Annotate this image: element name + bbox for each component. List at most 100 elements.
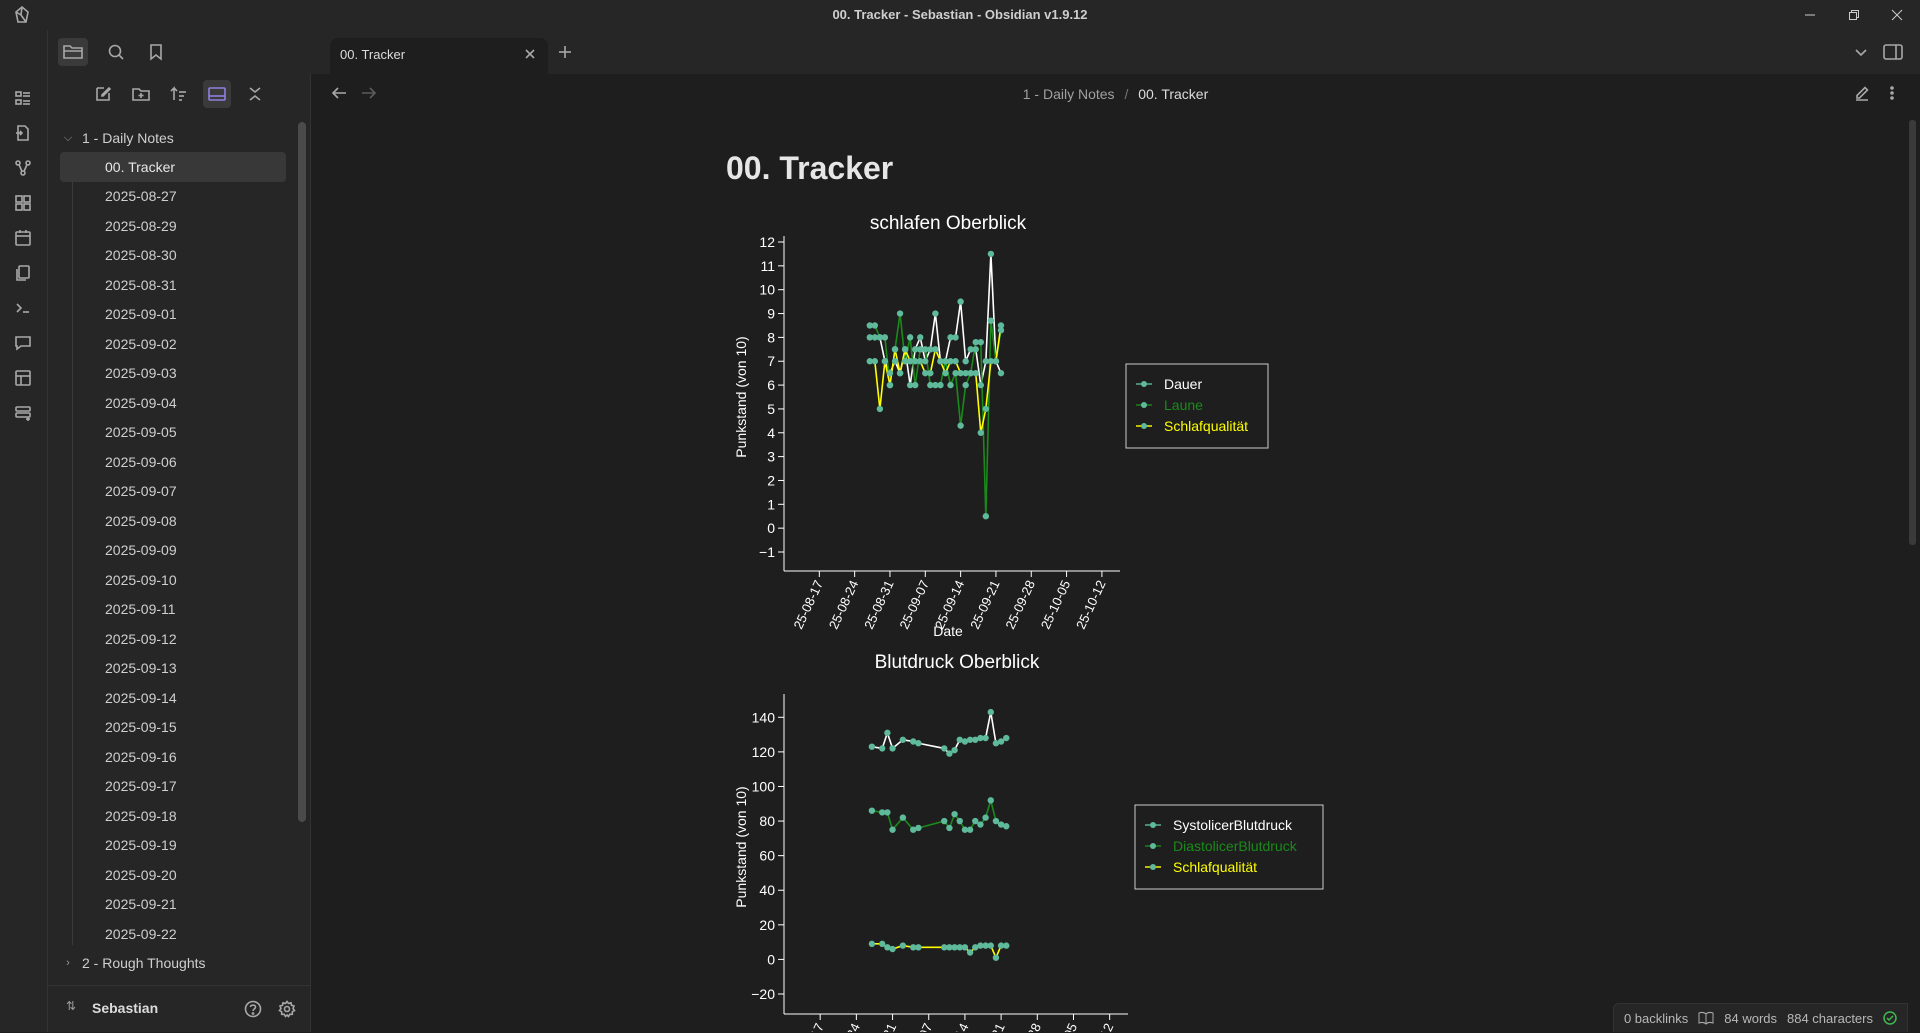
settings-gear-icon[interactable] [276,998,298,1020]
graph-view-icon[interactable] [11,156,35,180]
folder-rough-thoughts[interactable]: › 2 - Rough Thoughts [60,949,286,977]
toggle-right-sidebar-icon[interactable] [1881,40,1905,64]
data-point [992,954,1000,961]
new-tab-icon[interactable] [553,40,577,64]
restore-icon[interactable] [1834,4,1874,26]
data-point [946,824,953,832]
layout-icon[interactable] [11,366,35,390]
comment-icon[interactable] [11,331,35,355]
collapse-all-icon[interactable] [241,80,269,108]
new-folder-icon[interactable] [127,80,155,108]
breadcrumb-current[interactable]: 00. Tracker [1138,86,1208,102]
sync-status-icon[interactable] [1883,1011,1897,1025]
calendar-icon[interactable] [11,226,35,250]
data-point [972,346,979,353]
file-item[interactable]: 2025-09-02 [60,329,286,359]
database-icon[interactable] [11,401,35,425]
data-point [891,358,899,365]
file-item[interactable]: 2025-09-22 [60,919,286,949]
search-icon[interactable] [104,40,128,64]
data-point [932,346,939,353]
edit-pencil-icon[interactable] [1851,82,1873,104]
data-point [966,949,974,956]
y-tick-label: −1 [759,544,775,560]
chart-sleep-overview: schlafen Oberblick−10123456789101112Punk… [733,213,1269,639]
file-item[interactable]: 2025-09-20 [60,860,286,890]
tab-list-chevron-down-icon[interactable] [1849,40,1873,64]
file-item[interactable]: 2025-09-17 [60,772,286,802]
y-tick-label: 120 [752,744,776,760]
vault-name[interactable]: Sebastian [92,1000,158,1016]
file-item[interactable]: 2025-09-07 [60,477,286,507]
open-quick-switcher-icon[interactable] [11,121,35,145]
files-icon[interactable] [58,38,88,66]
file-item[interactable]: 2025-09-01 [60,300,286,330]
chevron-down-icon: ⌵ [63,131,73,144]
data-point [956,817,963,825]
sort-icon[interactable] [165,80,193,108]
y-tick-label: 4 [767,425,775,441]
content-scrollbar[interactable] [1909,120,1916,545]
y-tick-label: 0 [767,520,775,536]
file-item[interactable]: 2025-09-13 [60,654,286,684]
file-item[interactable]: 2025-09-15 [60,713,286,743]
y-tick-label: 40 [759,882,775,898]
file-item[interactable]: 2025-09-14 [60,683,286,713]
breadcrumb-folder[interactable]: 1 - Daily Notes [1023,86,1115,102]
backlinks-count[interactable]: 0 backlinks [1624,1011,1688,1026]
file-item[interactable]: 2025-09-05 [60,418,286,448]
file-item[interactable]: 2025-09-11 [60,595,286,625]
data-point [871,358,879,365]
file-item[interactable]: 2025-09-10 [60,565,286,595]
file-item[interactable]: 2025-09-06 [60,447,286,477]
auto-reveal-icon[interactable] [203,80,231,108]
sidebar-scrollbar[interactable] [298,122,306,822]
data-point [1003,734,1010,742]
minimize-icon[interactable] [1790,4,1830,26]
close-tab-icon[interactable] [522,46,538,62]
file-item[interactable]: 2025-08-30 [60,241,286,271]
file-item[interactable]: 2025-09-04 [60,388,286,418]
data-point [881,334,889,341]
data-point [942,369,949,377]
file-item[interactable]: 2025-08-31 [60,270,286,300]
file-item[interactable]: 2025-08-27 [60,182,286,212]
data-point [977,338,984,346]
canvas-icon[interactable] [11,191,35,215]
file-item[interactable]: 2025-09-16 [60,742,286,772]
data-point [997,369,1005,377]
file-item[interactable]: 2025-09-08 [60,506,286,536]
tab-00-tracker[interactable]: 00. Tracker [330,38,548,74]
y-tick-label: 80 [759,813,775,829]
close-window-icon[interactable] [1877,4,1917,26]
file-item[interactable]: 00. Tracker [60,152,286,182]
file-item[interactable]: 2025-09-18 [60,801,286,831]
data-point [899,942,907,949]
data-point [982,734,989,742]
file-item[interactable]: 2025-08-29 [60,211,286,241]
data-point [896,310,904,317]
folder-daily-notes[interactable]: ⌵ 1 - Daily Notes [60,124,286,152]
x-tick-label: 25-08-17 [790,578,826,632]
data-point [876,405,884,413]
file-item[interactable]: 2025-09-12 [60,624,286,654]
chart-title: schlafen Oberblick [870,213,1027,234]
data-point [966,826,974,833]
help-icon[interactable] [242,998,264,1020]
dashboard-icon[interactable] [11,86,35,110]
data-point [886,381,894,389]
command-palette-icon[interactable] [11,296,35,320]
file-item[interactable]: 2025-09-21 [60,890,286,920]
data-point [987,942,994,949]
file-item[interactable]: 2025-09-03 [60,359,286,389]
templates-icon[interactable] [11,261,35,285]
vault-switch-icon[interactable]: ⇅ [66,999,76,1013]
y-tick-label: 20 [759,917,775,933]
file-item[interactable]: 2025-09-09 [60,536,286,566]
y-tick-label: 7 [767,353,775,369]
more-options-icon[interactable] [1881,82,1903,104]
new-note-icon[interactable] [89,80,117,108]
data-point [982,405,990,413]
file-item[interactable]: 2025-09-19 [60,831,286,861]
bookmark-icon[interactable] [144,40,168,64]
